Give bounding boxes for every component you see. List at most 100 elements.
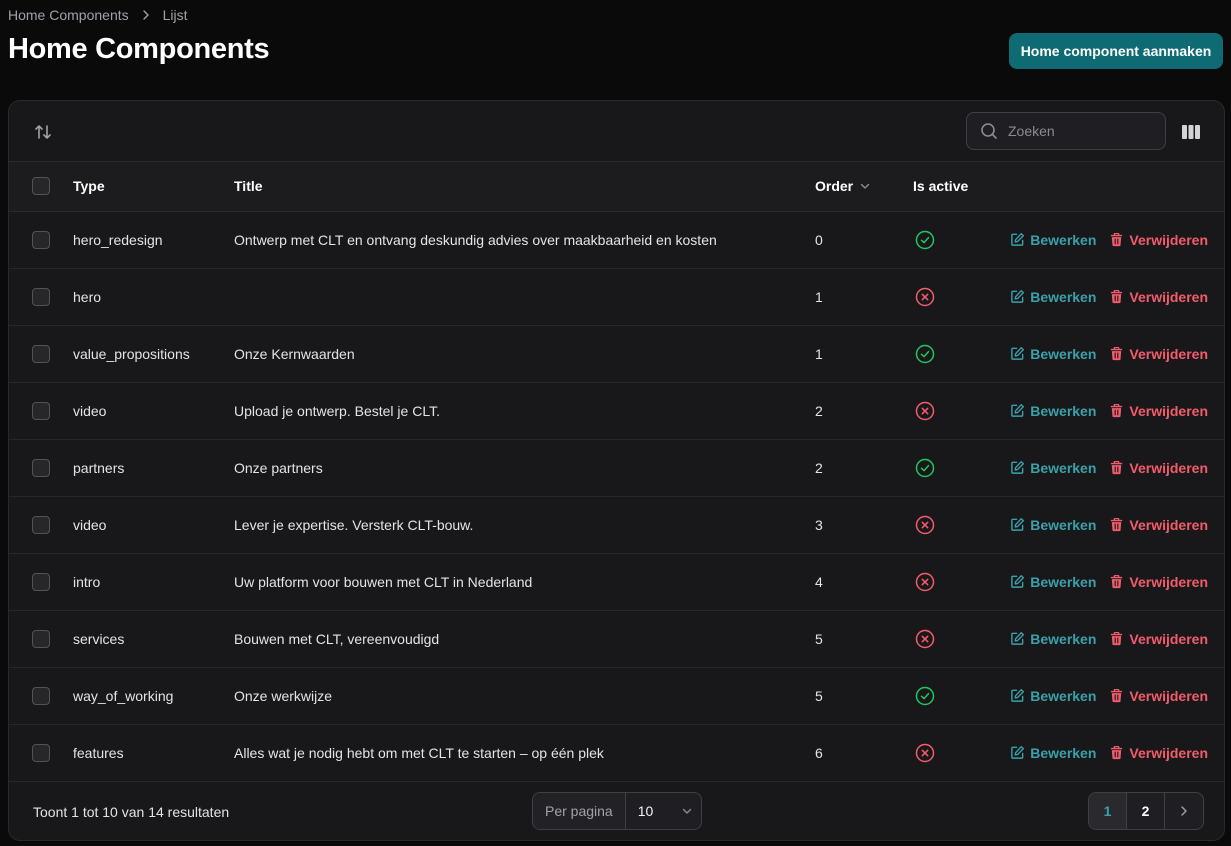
cell-type: partners — [73, 439, 234, 497]
table-row[interactable]: value_propositions Onze Kernwaarden 1 Bewer… — [9, 325, 1224, 383]
check-circle-icon — [914, 343, 936, 365]
table-row[interactable]: features Alles wat je nodig hebt om met C… — [9, 724, 1224, 782]
trash-icon — [1109, 631, 1124, 646]
delete-label: Verwijderen — [1129, 402, 1208, 419]
edit-button[interactable]: Bewerken — [1010, 460, 1096, 476]
delete-label: Verwijderen — [1129, 744, 1208, 761]
edit-icon — [1010, 289, 1025, 304]
table-row[interactable]: hero_redesign Ontwerp met CLT en ontvang … — [9, 211, 1224, 269]
row-checkbox[interactable] — [32, 287, 50, 306]
delete-button[interactable]: Verwijderen — [1109, 745, 1208, 761]
components-table: Type Title Order Is active hero_redesign… — [9, 162, 1224, 782]
table-row[interactable]: way_of_working Onze werkwijze 5 Bewerken Ver… — [9, 667, 1224, 725]
delete-button[interactable]: Verwijderen — [1109, 403, 1208, 419]
cell-order: 2 — [815, 382, 913, 440]
delete-label: Verwijderen — [1129, 687, 1208, 704]
edit-label: Bewerken — [1030, 630, 1097, 647]
edit-label: Bewerken — [1030, 402, 1097, 419]
cell-type: video — [73, 496, 234, 554]
page-title: Home Components — [8, 33, 270, 65]
edit-icon — [1010, 460, 1025, 475]
delete-button[interactable]: Verwijderen — [1109, 574, 1208, 590]
table-row[interactable]: hero 1 Bewerken Verwijderen — [9, 268, 1224, 326]
table-row[interactable]: video Lever je expertise. Versterk CLT-bo… — [9, 496, 1224, 554]
row-checkbox[interactable] — [32, 629, 50, 648]
row-checkbox[interactable] — [32, 401, 50, 420]
cell-title: Onze Kernwaarden — [234, 325, 815, 383]
search-icon — [979, 121, 999, 141]
cell-order: 1 — [815, 268, 913, 326]
table-row[interactable]: video Upload je ontwerp. Bestel je CLT. 2 B… — [9, 382, 1224, 440]
chevron-right-icon — [1181, 806, 1187, 816]
row-checkbox[interactable] — [32, 458, 50, 477]
edit-button[interactable]: Bewerken — [1010, 574, 1096, 590]
table-body: hero_redesign Ontwerp met CLT en ontvang … — [9, 211, 1224, 782]
trash-icon — [1109, 232, 1124, 247]
table-row[interactable]: services Bouwen met CLT, vereenvoudigd 5 Be… — [9, 610, 1224, 668]
column-header-order[interactable]: Order — [815, 178, 871, 194]
delete-button[interactable]: Verwijderen — [1109, 631, 1208, 647]
breadcrumb-current: Lijst — [162, 7, 188, 23]
sort-toggle-icon[interactable] — [33, 122, 53, 142]
check-circle-icon — [914, 685, 936, 707]
edit-button[interactable]: Bewerken — [1010, 232, 1096, 248]
chevron-down-icon — [680, 804, 694, 818]
cell-order: 2 — [815, 439, 913, 497]
next-page-button[interactable] — [1165, 793, 1203, 829]
table-row[interactable]: intro Uw platform voor bouwen met CLT in … — [9, 553, 1224, 611]
edit-button[interactable]: Bewerken — [1010, 289, 1096, 305]
columns-toggle-icon[interactable] — [1181, 122, 1201, 142]
edit-label: Bewerken — [1030, 345, 1097, 362]
select-all-checkbox[interactable] — [32, 177, 50, 196]
trash-icon — [1109, 517, 1124, 532]
cell-order: 0 — [815, 211, 913, 269]
row-checkbox[interactable] — [32, 572, 50, 591]
table-row[interactable]: partners Onze partners 2 Bewerken Verwijdere… — [9, 439, 1224, 497]
delete-button[interactable]: Verwijderen — [1109, 232, 1208, 248]
row-checkbox[interactable] — [32, 515, 50, 534]
delete-label: Verwijderen — [1129, 573, 1208, 590]
edit-button[interactable]: Bewerken — [1010, 631, 1096, 647]
cell-type: way_of_working — [73, 667, 234, 725]
check-circle-icon — [914, 229, 936, 251]
cell-title: Onze partners — [234, 439, 815, 497]
edit-icon — [1010, 688, 1025, 703]
row-checkbox[interactable] — [32, 686, 50, 705]
cell-title: Upload je ontwerp. Bestel je CLT. — [234, 382, 815, 440]
edit-label: Bewerken — [1030, 288, 1097, 305]
delete-button[interactable]: Verwijderen — [1109, 346, 1208, 362]
row-checkbox[interactable] — [32, 344, 50, 363]
trash-icon — [1109, 688, 1124, 703]
edit-button[interactable]: Bewerken — [1010, 517, 1096, 533]
edit-button[interactable]: Bewerken — [1010, 346, 1096, 362]
delete-button[interactable]: Verwijderen — [1109, 517, 1208, 533]
x-circle-icon — [914, 514, 936, 536]
cell-title: Uw platform voor bouwen met CLT in Neder… — [234, 553, 815, 611]
edit-label: Bewerken — [1030, 231, 1097, 248]
search-input[interactable] — [1008, 123, 1158, 139]
delete-button[interactable]: Verwijderen — [1109, 688, 1208, 704]
table-card: Type Title Order Is active hero_redesign… — [8, 100, 1225, 841]
x-circle-icon — [914, 742, 936, 764]
chevron-right-icon — [139, 8, 153, 22]
trash-icon — [1109, 403, 1124, 418]
page-button-1[interactable]: 1 — [1089, 793, 1127, 829]
row-checkbox[interactable] — [32, 230, 50, 249]
edit-button[interactable]: Bewerken — [1010, 403, 1096, 419]
edit-icon — [1010, 745, 1025, 760]
delete-label: Verwijderen — [1129, 231, 1208, 248]
cell-type: hero — [73, 268, 234, 326]
edit-label: Bewerken — [1030, 459, 1097, 476]
edit-button[interactable]: Bewerken — [1010, 745, 1096, 761]
delete-button[interactable]: Verwijderen — [1109, 460, 1208, 476]
search-field[interactable] — [966, 112, 1166, 150]
edit-button[interactable]: Bewerken — [1010, 688, 1096, 704]
per-page-select[interactable]: Per pagina 10 — [532, 792, 702, 830]
delete-button[interactable]: Verwijderen — [1109, 289, 1208, 305]
trash-icon — [1109, 289, 1124, 304]
breadcrumb-parent-link[interactable]: Home Components — [8, 7, 129, 23]
create-home-component-button[interactable]: Home component aanmaken — [1009, 33, 1223, 69]
row-checkbox[interactable] — [32, 743, 50, 762]
page-button-2[interactable]: 2 — [1127, 793, 1165, 829]
cell-order: 5 — [815, 667, 913, 725]
